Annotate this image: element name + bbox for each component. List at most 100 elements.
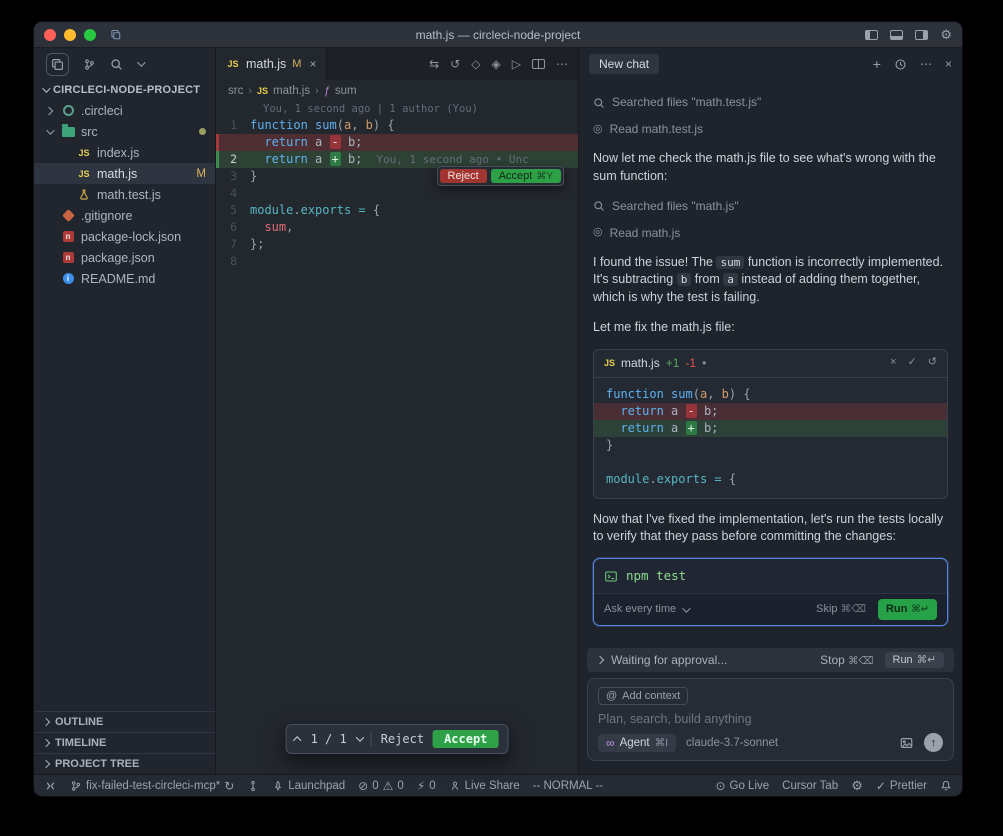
terminal-command-text: npm test [626,567,686,585]
split-editor-icon[interactable] [532,59,545,69]
reject-change-button[interactable]: Reject [440,169,487,183]
notifications-bell[interactable] [940,779,952,792]
chat-messages[interactable]: Searched files "math.test.js" ◎ Read mat… [579,80,962,648]
settings-gear-button[interactable]: ⚙ [851,779,863,792]
accept-diff-icon[interactable]: ✓ [908,355,917,371]
more-views-chevron-icon[interactable] [137,58,145,66]
stop-button[interactable]: Stop ⌘⌫ [820,653,873,667]
chat-close-icon[interactable]: × [945,58,952,70]
attach-image-icon[interactable] [899,736,914,750]
prettier-status[interactable]: ✓ Prettier [876,780,927,792]
chat-input-box[interactable]: @ Add context Plan, search, build anythi… [587,678,954,761]
chat-code-diff-card: JS math.js +1 -1 • × ✓ ↺ function sum(a,… [593,349,948,499]
problems-indicator[interactable]: ⊘ 0 ⚠ 0 [358,780,404,792]
breadcrumb-symbol[interactable]: sum [335,85,357,97]
toggle-panel-icon[interactable] [890,30,903,40]
inline-diff-widget: Reject Accept⌘Y [437,166,565,186]
go-live-button[interactable]: ⊙ Go Live [715,780,769,792]
tab-math-js[interactable]: JS math.js M × [216,48,327,80]
toggle-secondary-sidebar-icon[interactable] [915,30,928,40]
sidebar-item-.gitignore[interactable]: .gitignore [34,205,215,226]
sidebar-item-package.json[interactable]: npackage.json [34,247,215,268]
assistant-message: Let me fix the math.js file: [593,319,948,337]
code-editor[interactable]: You, 1 second ago | 1 author (You) 1func… [216,102,578,774]
zoom-window-button[interactable] [84,29,96,41]
toggle-primary-sidebar-icon[interactable] [865,30,878,40]
js-file-icon: JS [226,57,240,71]
explorer-view-button[interactable] [46,53,69,76]
title-bar: math.js — circleci-node-project ⚙ [34,22,962,48]
run-file-icon[interactable]: ▷ [512,58,521,70]
next-change-icon[interactable]: ◈ [492,58,501,70]
sidebar-section-outline[interactable]: OUTLINE [34,711,215,732]
ask-every-time-dropdown[interactable]: Ask every time [604,602,676,618]
terminal-icon [604,570,618,583]
chat-more-icon[interactable]: ⋯ [920,58,932,70]
bolt-counter[interactable]: ⚡ 0 [417,780,436,792]
tool-call-read-file[interactable]: ◎ Read math.js [593,225,948,242]
additions-count: +1 [666,355,680,372]
code-line-5: 5module.exports = { [216,202,578,219]
reject-diff-icon[interactable]: × [890,355,896,371]
diff-card-filename[interactable]: math.js [621,355,660,372]
discard-icon[interactable]: ↺ [450,58,460,70]
code-line: } [594,437,947,454]
search-icon [593,97,605,109]
launchpad-button[interactable]: Launchpad [272,780,345,792]
run-approval-button[interactable]: Run⌘↵ [885,652,945,668]
prev-diff-chevron-icon[interactable] [293,736,301,744]
line-number [216,134,250,151]
search-view-button[interactable] [110,58,123,71]
tool-call-searched-files[interactable]: Searched files "math.js" [593,198,948,215]
tool-call-read-file[interactable]: ◎ Read math.test.js [593,121,948,138]
chat-tab-new-chat[interactable]: New chat [589,54,659,74]
sidebar-item-.circleci[interactable]: .circleci [34,100,215,121]
sidebar-item-math.test.js[interactable]: math.test.js [34,184,215,205]
minimize-window-button[interactable] [64,29,76,41]
more-actions-icon[interactable]: ⋯ [556,58,568,70]
reject-all-button[interactable]: Reject [381,732,424,746]
tool-call-searched-files[interactable]: Searched files "math.test.js" [593,94,948,111]
skip-button[interactable]: Skip ⌘⌫ [816,602,866,618]
expand-chevron-icon[interactable] [596,656,604,664]
remote-indicator[interactable] [44,780,57,792]
unsaved-dot: • [702,355,706,372]
add-context-button[interactable]: @ Add context [598,687,688,705]
live-share-button[interactable]: Live Share [449,780,520,792]
git-branch-status[interactable]: fix-failed-test-circleci-mcp* ↻ [70,780,234,792]
new-chat-plus-icon[interactable]: + [873,57,881,71]
prev-change-icon[interactable]: ◇ [471,58,480,70]
sidebar-item-package-lock.json[interactable]: npackage-lock.json [34,226,215,247]
js-file-icon: JS [604,356,615,370]
revert-diff-icon[interactable]: ↺ [928,355,937,371]
settings-gear-icon[interactable]: ⚙ [940,28,952,41]
model-selector[interactable]: claude-3.7-sonnet [686,737,778,749]
sidebar-item-math.js[interactable]: JSmath.jsM [34,163,215,184]
explorer-root-header[interactable]: CIRCLECI-NODE-PROJECT [34,80,215,100]
sidebar-item-README.md[interactable]: iREADME.md [34,268,215,289]
run-button[interactable]: Run⌘↵ [878,599,937,621]
close-window-button[interactable] [44,29,56,41]
accept-all-button[interactable]: Accept [433,730,498,748]
sidebar-item-index.js[interactable]: JSindex.js [34,142,215,163]
tab-close-icon[interactable]: × [309,57,316,71]
chat-history-icon[interactable] [894,58,907,71]
send-button[interactable]: ↑ [924,733,943,752]
sidebar-section-project-tree[interactable]: PROJECT TREE [34,753,215,774]
sidebar-section-timeline[interactable]: TIMELINE [34,732,215,753]
source-control-view-button[interactable] [83,58,96,71]
next-diff-chevron-icon[interactable] [356,733,364,741]
branch-icon [70,780,82,792]
editor-actions: ⇆ ↺ ◇ ◈ ▷ ⋯ [419,48,578,80]
sidebar-item-src[interactable]: src [34,121,215,142]
breadcrumb-file[interactable]: math.js [273,85,310,97]
open-changes-icon[interactable]: ⇆ [429,58,439,70]
line-number: 7 [216,236,250,253]
source-control-graph-button[interactable] [247,780,259,792]
code-line-1: 1function sum(a, b) { [216,117,578,134]
chat-input-placeholder[interactable]: Plan, search, build anything [598,712,943,726]
accept-change-button[interactable]: Accept⌘Y [491,169,561,183]
agent-mode-dropdown[interactable]: ∞ Agent ⌘I [598,734,676,752]
breadcrumb-src[interactable]: src [228,85,243,97]
cursor-tab-toggle[interactable]: Cursor Tab [782,780,838,792]
